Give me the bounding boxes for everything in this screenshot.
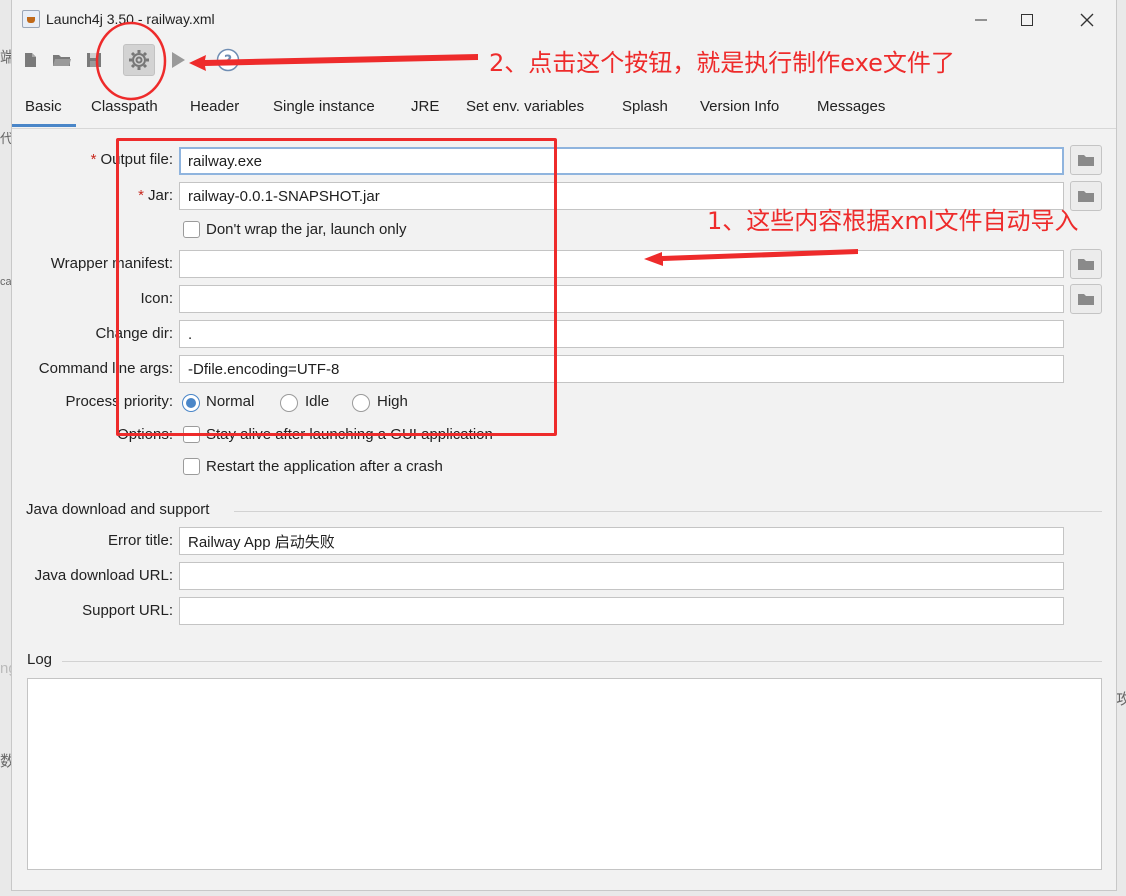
log-output-area[interactable] — [27, 678, 1102, 870]
launch4j-window: Launch4j 3.50 - railway.xml ? Basic Clas… — [12, 0, 1116, 890]
tab-single-instance[interactable]: Single instance — [273, 98, 375, 115]
maximize-button[interactable] — [1004, 0, 1050, 40]
window-title: Launch4j 3.50 - railway.xml — [46, 11, 215, 27]
java-support-section-title: Java download and support — [26, 501, 210, 518]
minimize-icon — [975, 19, 987, 21]
java-download-url-field[interactable] — [179, 562, 1064, 590]
section-divider — [62, 661, 1102, 662]
tab-splash[interactable]: Splash — [622, 98, 668, 115]
error-title-field[interactable] — [179, 527, 1064, 555]
active-tab-indicator — [12, 124, 76, 127]
minimize-button[interactable] — [958, 0, 1004, 40]
help-button[interactable]: ? — [212, 44, 244, 76]
folder-icon — [1078, 191, 1094, 202]
browse-manifest-button[interactable] — [1070, 249, 1102, 279]
annotation-step2-text: 2、点击这个按钮，就是执行制作exe文件了 — [489, 49, 955, 77]
new-file-icon — [25, 53, 36, 67]
save-icon — [87, 53, 101, 67]
help-icon: ? — [216, 48, 240, 72]
log-section-title: Log — [27, 651, 53, 668]
background-text: 攻 — [1116, 691, 1126, 708]
tab-version-info[interactable]: Version Info — [700, 98, 779, 115]
play-icon — [172, 52, 185, 68]
annotation-highlight-box — [116, 138, 557, 436]
java-download-url-label: Java download URL: — [34, 567, 173, 584]
title-bar: Launch4j 3.50 - railway.xml — [12, 0, 1116, 40]
browse-output-file-button[interactable] — [1070, 145, 1102, 175]
restart-after-crash-label: Restart the application after a crash — [206, 458, 443, 475]
folder-open-icon — [53, 55, 71, 66]
tab-messages[interactable]: Messages — [817, 98, 885, 115]
restart-after-crash-checkbox[interactable] — [183, 458, 200, 475]
tab-jre[interactable]: JRE — [411, 98, 439, 115]
error-title-label: Error title: — [107, 532, 173, 549]
gear-icon — [129, 50, 149, 70]
folder-icon — [1078, 294, 1094, 305]
folder-icon — [1078, 155, 1094, 166]
svg-text:?: ? — [224, 53, 232, 69]
test-wrapper-button[interactable] — [162, 44, 194, 76]
close-button[interactable] — [1064, 0, 1110, 40]
tab-basic[interactable]: Basic — [25, 98, 62, 115]
support-url-label: Support URL: — [82, 602, 173, 619]
tab-classpath[interactable]: Classpath — [91, 98, 158, 115]
build-wrapper-button[interactable] — [123, 44, 155, 76]
open-config-button[interactable] — [46, 44, 78, 76]
maximize-icon — [1021, 14, 1033, 26]
required-mark: * — [90, 151, 97, 168]
save-config-button[interactable] — [78, 44, 110, 76]
tab-set-env-variables[interactable]: Set env. variables — [466, 98, 584, 115]
folder-icon — [1078, 259, 1094, 270]
annotation-step1-text: 1、这些内容根据xml文件自动导入 — [707, 207, 1079, 235]
java-app-icon — [22, 10, 40, 28]
tab-header[interactable]: Header — [190, 98, 239, 115]
new-config-button[interactable] — [14, 44, 46, 76]
section-divider — [234, 511, 1102, 512]
tab-bar: Basic Classpath Header Single instance J… — [12, 88, 1116, 129]
background-text: ca — [0, 276, 12, 288]
close-icon — [1080, 13, 1094, 27]
support-url-field[interactable] — [179, 597, 1064, 625]
browse-icon-button[interactable] — [1070, 284, 1102, 314]
